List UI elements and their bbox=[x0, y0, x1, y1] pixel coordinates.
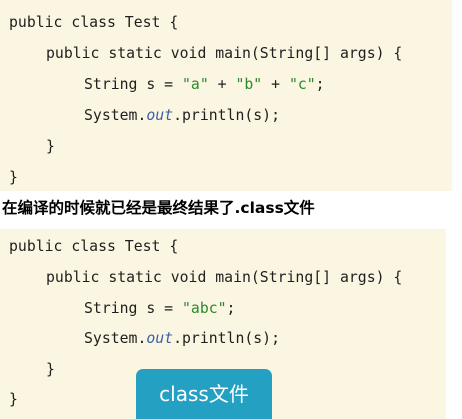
code-line-close-class: } bbox=[9, 169, 18, 186]
code-text: System. bbox=[84, 107, 147, 124]
plus-operator: + bbox=[208, 76, 236, 93]
code-text: String s = bbox=[84, 76, 182, 93]
code-line-literal: String s = "abc"; bbox=[84, 300, 235, 318]
static-field-out: out bbox=[146, 330, 174, 347]
code-line-close-method: } bbox=[46, 138, 55, 155]
code-line-main-decl: public static void main(String[] args) { bbox=[46, 269, 403, 286]
code-text: System. bbox=[84, 330, 147, 347]
code-line-class-decl: public class Test { bbox=[9, 14, 179, 31]
semicolon: ; bbox=[315, 76, 325, 93]
code-line-class-decl: public class Test { bbox=[9, 238, 179, 255]
code-line-main-decl: public static void main(String[] args) { bbox=[46, 45, 403, 62]
code-text: .println(s); bbox=[173, 107, 280, 124]
string-literal-a: "a" bbox=[182, 76, 209, 93]
static-field-out: out bbox=[146, 107, 174, 124]
code-line-concat: String s = "a" + "b" + "c"; bbox=[84, 76, 325, 94]
class-file-badge: class文件 bbox=[136, 369, 272, 419]
code-line-close-method: } bbox=[46, 361, 55, 378]
code-block-source: public class Test { public static void m… bbox=[0, 0, 452, 191]
code-text: String s = bbox=[84, 300, 182, 317]
code-line-println: System.out.println(s); bbox=[84, 107, 280, 125]
caption-text: 在编译的时候就已经是最终结果了.class文件 bbox=[2, 199, 315, 217]
string-literal-c: "c" bbox=[288, 76, 316, 93]
plus-operator: + bbox=[262, 76, 289, 93]
code-text: .println(s); bbox=[173, 330, 280, 347]
code-line-println: System.out.println(s); bbox=[84, 330, 280, 348]
semicolon: ; bbox=[226, 300, 236, 317]
string-literal-b: "b" bbox=[235, 76, 263, 93]
string-literal-abc: "abc" bbox=[182, 300, 227, 317]
code-line-close-class: } bbox=[9, 391, 18, 408]
